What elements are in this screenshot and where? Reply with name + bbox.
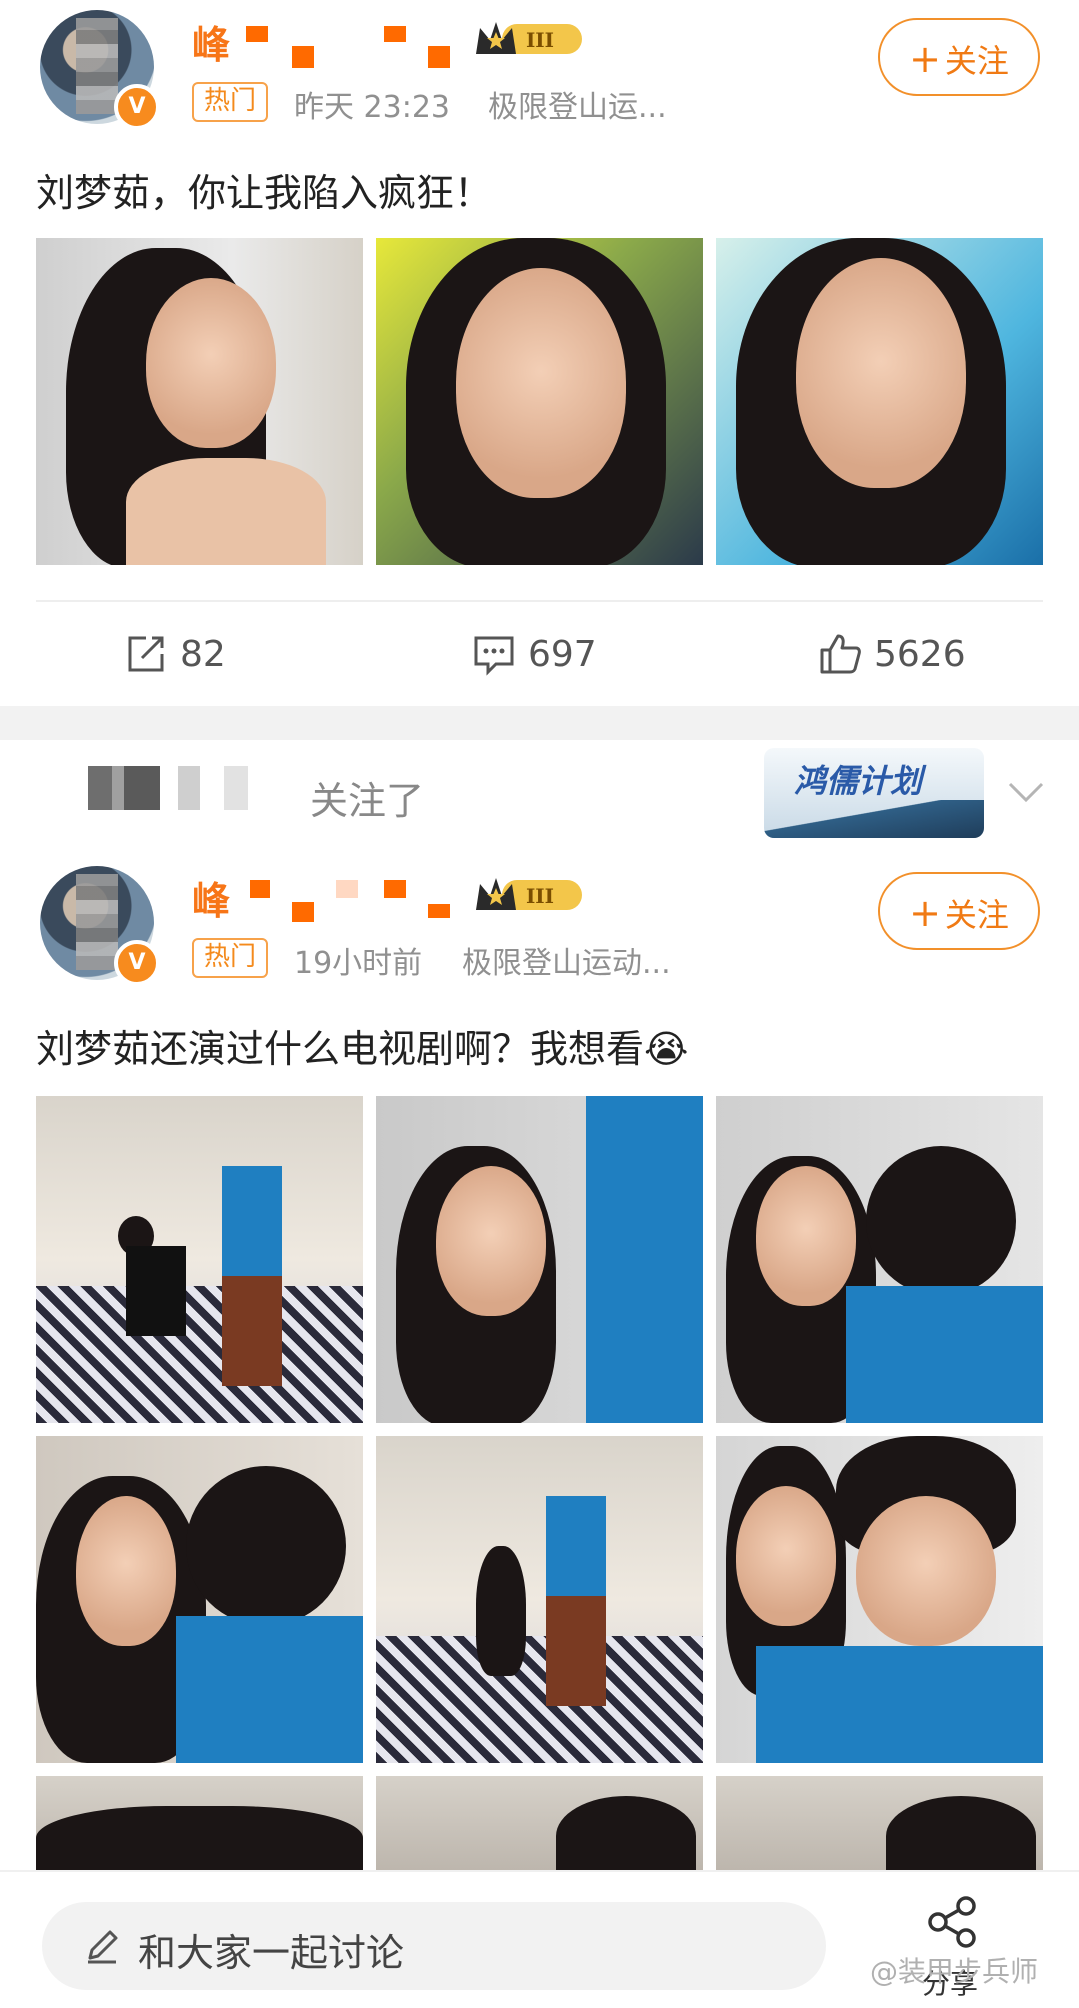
banner-title: 鸿儒计划 — [794, 762, 923, 800]
plus-icon: + — [909, 891, 941, 935]
post-content: 刘梦茹，你让我陷入疯狂！ — [36, 171, 493, 215]
post-image[interactable] — [36, 1436, 363, 1763]
post-image[interactable] — [716, 1096, 1043, 1423]
like-count: 5626 — [874, 633, 966, 675]
notice-text: 关注了 — [310, 779, 425, 823]
post-image[interactable] — [36, 1776, 363, 1870]
feed-post-1: V 峰 III 热门 昨天 23:23 极限登山运... + 关注 刘梦茹，你让我… — [0, 0, 1079, 706]
redacted-name — [178, 766, 248, 810]
plus-icon: + — [909, 37, 941, 81]
redacted-block — [292, 902, 314, 922]
comment-button[interactable]: 697 — [472, 632, 597, 676]
post-image[interactable] — [376, 1096, 703, 1423]
repost-icon — [128, 636, 164, 672]
post-time: 19小时前 — [294, 946, 423, 981]
post-source[interactable]: 极限登山运... — [488, 82, 667, 126]
promo-banner[interactable]: 鸿儒计划 — [764, 748, 984, 838]
post-source[interactable]: 极限登山运动... — [462, 938, 671, 982]
repost-button[interactable]: 82 — [124, 632, 226, 676]
follow-notice: 关注了 鸿儒计划 — [0, 740, 1079, 850]
comment-input-placeholder: 和大家一起讨论 — [138, 1931, 405, 1975]
verified-icon: V — [114, 940, 160, 986]
follow-button[interactable]: + 关注 — [878, 872, 1040, 950]
crown-badge-icon: III — [476, 22, 582, 54]
comment-icon — [474, 636, 514, 676]
redacted-block — [428, 46, 450, 68]
username[interactable]: 峰 — [192, 14, 230, 69]
follow-label: 关注 — [944, 896, 1009, 934]
crown-badge-icon: III — [476, 878, 582, 910]
divider — [36, 600, 1043, 602]
comment-input[interactable]: 和大家一起讨论 — [42, 1902, 826, 1990]
like-icon — [820, 634, 861, 674]
post-image[interactable] — [716, 1436, 1043, 1763]
post-time: 昨天 23:23 — [294, 90, 450, 125]
redacted-block — [384, 26, 406, 42]
svg-text:III: III — [526, 28, 554, 52]
redacted-block — [428, 904, 450, 918]
feed-separator — [0, 706, 1079, 740]
post-content: 刘梦茹还演过什么电视剧啊？我想看😭 — [36, 1027, 689, 1071]
comment-count: 697 — [528, 633, 597, 675]
redacted-name — [88, 766, 160, 810]
repost-count: 82 — [180, 633, 226, 675]
post-image[interactable] — [376, 1776, 703, 1870]
post-image[interactable] — [716, 1776, 1043, 1870]
post-image[interactable] — [376, 1436, 703, 1763]
username[interactable]: 峰 — [192, 870, 230, 925]
post-image[interactable] — [716, 238, 1043, 565]
hot-tag[interactable]: 热门 — [192, 82, 269, 122]
redacted-block — [246, 26, 268, 42]
watermark: @装甲步兵师 — [870, 1955, 1039, 1988]
verified-icon: V — [114, 84, 160, 130]
post-image[interactable] — [36, 238, 363, 565]
edit-icon — [88, 1930, 118, 1964]
feed-post-2: V 峰 III 热门 19小时前 极限登山运动... + 关注 刘梦茹还演过什么电… — [0, 850, 1079, 1870]
chevron-down-icon[interactable] — [1006, 780, 1046, 804]
svg-text:III: III — [526, 884, 554, 908]
redacted-block — [384, 880, 406, 898]
redacted-block — [292, 46, 314, 68]
post-image[interactable] — [376, 238, 703, 565]
follow-button[interactable]: + 关注 — [878, 18, 1040, 96]
redacted-block — [336, 880, 358, 898]
share-icon[interactable] — [924, 1894, 980, 1950]
redacted-block — [250, 880, 270, 898]
follow-label: 关注 — [944, 42, 1009, 80]
post-image[interactable] — [36, 1096, 363, 1423]
mountain-icon — [764, 800, 984, 838]
hot-tag[interactable]: 热门 — [192, 938, 269, 978]
like-button[interactable]: 5626 — [818, 632, 966, 676]
